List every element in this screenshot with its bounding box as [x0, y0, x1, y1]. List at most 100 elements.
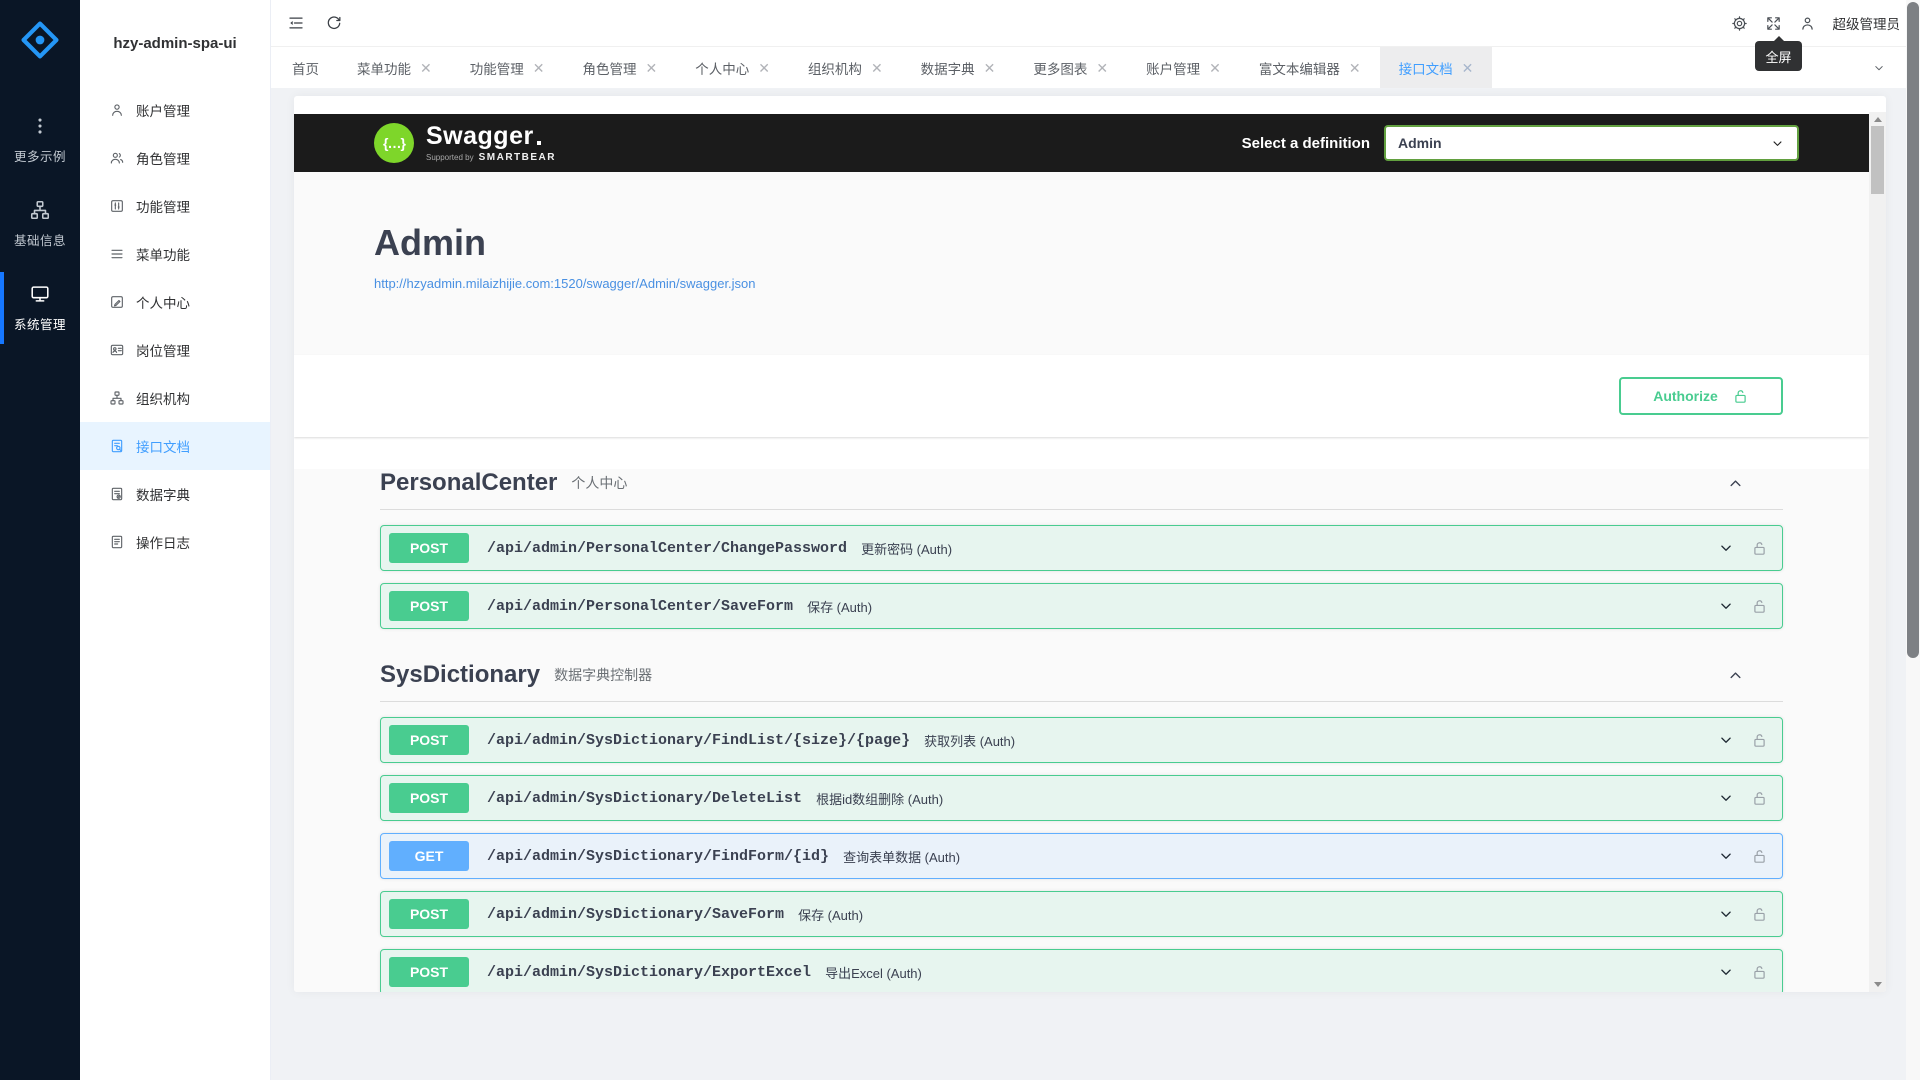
sidebar-item[interactable]: 功能管理	[80, 182, 270, 230]
lock-open-icon[interactable]	[1751, 848, 1768, 865]
chevron-down-icon[interactable]	[1717, 847, 1735, 865]
tab[interactable]: 富文本编辑器 ✕	[1240, 47, 1380, 88]
chevron-down-icon[interactable]	[1717, 963, 1735, 981]
endpoint-row[interactable]: POST /api/admin/PersonalCenter/ChangePas…	[380, 525, 1783, 571]
lock-open-icon[interactable]	[1751, 790, 1768, 807]
chevron-down-icon[interactable]	[1717, 597, 1735, 615]
endpoint-summary: 根据id数组删除 (Auth)	[816, 789, 943, 808]
chevron-up-icon[interactable]	[1726, 474, 1745, 493]
tab-label: 富文本编辑器	[1259, 58, 1340, 78]
gear-icon[interactable]	[1731, 15, 1748, 32]
rail-item[interactable]: 更多示例	[0, 98, 80, 182]
sidebar-item-label: 账户管理	[136, 100, 190, 120]
sidebar-item[interactable]: 账户管理	[80, 86, 270, 134]
sidebar-item[interactable]: 组织机构	[80, 374, 270, 422]
endpoint-row[interactable]: POST /api/admin/SysDictionary/FindList/{…	[380, 717, 1783, 763]
sidebar-item[interactable]: 操作日志	[80, 518, 270, 566]
page-scrollbar[interactable]	[1906, 0, 1920, 1080]
rail-item[interactable]: 系统管理	[0, 266, 80, 350]
close-tab-icon[interactable]: ✕	[758, 61, 770, 75]
user-avatar-icon[interactable]	[1799, 15, 1816, 32]
lock-open-icon[interactable]	[1751, 598, 1768, 615]
sidebar-item[interactable]: 接口文档	[80, 422, 270, 470]
chevron-down-icon[interactable]	[1717, 905, 1735, 923]
endpoint-summary: 导出Excel (Auth)	[825, 963, 922, 982]
chevron-down-icon[interactable]	[1717, 539, 1735, 557]
username[interactable]: 超级管理员	[1833, 13, 1901, 33]
tab[interactable]: 数据字典 ✕	[902, 47, 1015, 88]
section-header[interactable]: PersonalCenter 个人中心	[380, 469, 1783, 497]
sidebar-item[interactable]: 菜单功能	[80, 230, 270, 278]
scroll-down-arrow[interactable]	[1874, 982, 1882, 987]
sidebar-item-label: 角色管理	[136, 148, 190, 168]
fullscreen-icon[interactable]	[1765, 15, 1782, 32]
close-tab-icon[interactable]: ✕	[984, 61, 996, 75]
tab[interactable]: 组织机构 ✕	[789, 47, 902, 88]
scrollbar-thumb[interactable]	[1871, 126, 1884, 194]
fold-sidebar-icon[interactable]	[287, 14, 305, 32]
tab[interactable]: 更多图表 ✕	[1014, 47, 1127, 88]
scroll-up-arrow[interactable]	[1874, 117, 1882, 122]
section-divider	[380, 701, 1783, 702]
method-badge: POST	[389, 783, 469, 813]
endpoint-row[interactable]: GET /api/admin/SysDictionary/FindForm/{i…	[380, 833, 1783, 879]
endpoint-path: /api/admin/SysDictionary/FindList/{size}…	[487, 732, 910, 749]
sidebar-item[interactable]: 数据字典	[80, 470, 270, 518]
tab[interactable]: 功能管理 ✕	[451, 47, 564, 88]
authorize-label: Authorize	[1653, 388, 1718, 404]
method-badge: POST	[389, 725, 469, 755]
authorize-button[interactable]: Authorize	[1619, 377, 1783, 415]
tab-bar: 首页 菜单功能 ✕ 功能管理 ✕ 角色管理 ✕ 个人中心 ✕ 组织机构 ✕ 数据…	[271, 46, 1920, 88]
lock-open-icon[interactable]	[1751, 906, 1768, 923]
swagger-logo-icon: {…}	[374, 123, 414, 163]
sidebar-item[interactable]: 角色管理	[80, 134, 270, 182]
rail-item-label: 系统管理	[14, 314, 66, 333]
definition-selected-value: Admin	[1398, 135, 1442, 151]
close-tab-icon[interactable]: ✕	[533, 61, 545, 75]
tab[interactable]: 个人中心 ✕	[676, 47, 789, 88]
section-header[interactable]: SysDictionary 数据字典控制器	[380, 661, 1783, 689]
chevron-down-icon[interactable]	[1717, 731, 1735, 749]
chevron-up-icon[interactable]	[1726, 666, 1745, 685]
close-tab-icon[interactable]: ✕	[1349, 61, 1361, 75]
lock-open-icon[interactable]	[1751, 964, 1768, 981]
lock-open-icon[interactable]	[1751, 540, 1768, 557]
rail-item[interactable]: 基础信息	[0, 182, 80, 266]
refresh-icon[interactable]	[325, 14, 343, 32]
tab[interactable]: 账户管理 ✕	[1127, 47, 1240, 88]
tab[interactable]: 首页	[273, 47, 338, 88]
lock-open-icon[interactable]	[1751, 732, 1768, 749]
close-tab-icon[interactable]: ✕	[1209, 61, 1221, 75]
close-tab-icon[interactable]: ✕	[1462, 61, 1474, 75]
chevron-down-icon[interactable]	[1717, 789, 1735, 807]
tab[interactable]: 角色管理 ✕	[563, 47, 676, 88]
app-logo[interactable]	[0, 0, 80, 80]
endpoint-summary: 保存 (Auth)	[807, 597, 872, 616]
sidebar-item[interactable]: 个人中心	[80, 278, 270, 326]
tab[interactable]: 接口文档 ✕	[1380, 47, 1493, 88]
endpoint-row[interactable]: POST /api/admin/PersonalCenter/SaveForm …	[380, 583, 1783, 629]
users-icon	[109, 150, 125, 166]
swagger-logo[interactable]: {…} Swagger Supported by SMARTBEAR	[374, 123, 556, 163]
spec-url-link[interactable]: http://hzyadmin.milaizhijie.com:1520/swa…	[374, 276, 756, 291]
sliders-icon	[109, 198, 125, 214]
select-definition-label: Select a definition	[1242, 135, 1370, 152]
endpoint-row[interactable]: POST /api/admin/SysDictionary/SaveForm 保…	[380, 891, 1783, 937]
method-badge: POST	[389, 899, 469, 929]
monitor-icon	[29, 283, 51, 305]
tab[interactable]: 菜单功能 ✕	[338, 47, 451, 88]
tab-label: 数据字典	[921, 58, 975, 78]
page-scrollbar-thumb[interactable]	[1907, 2, 1919, 658]
tab-overflow-chevron-icon[interactable]	[1872, 47, 1886, 88]
close-tab-icon[interactable]: ✕	[1096, 61, 1108, 75]
tab-label: 首页	[292, 58, 319, 78]
endpoint-row[interactable]: POST /api/admin/SysDictionary/DeleteList…	[380, 775, 1783, 821]
definition-select[interactable]: Admin	[1384, 125, 1799, 161]
method-badge: POST	[389, 591, 469, 621]
close-tab-icon[interactable]: ✕	[645, 61, 657, 75]
sidebar-item[interactable]: 岗位管理	[80, 326, 270, 374]
close-tab-icon[interactable]: ✕	[871, 61, 883, 75]
endpoint-row[interactable]: POST /api/admin/SysDictionary/ExportExce…	[380, 949, 1783, 992]
close-tab-icon[interactable]: ✕	[420, 61, 432, 75]
swagger-scrollbar[interactable]	[1869, 112, 1886, 992]
